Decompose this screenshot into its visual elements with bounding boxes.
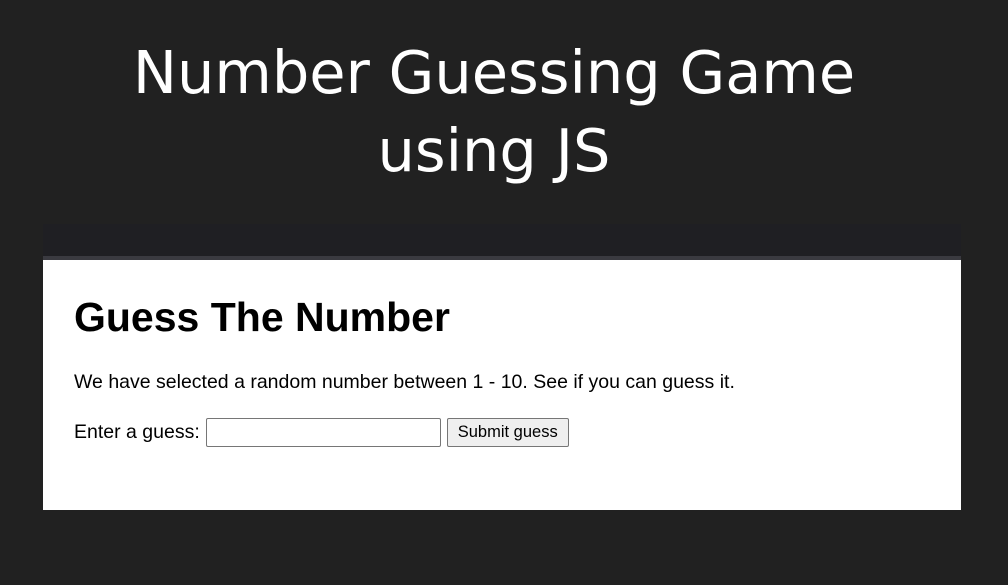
intro-text: We have selected a random number between… — [74, 371, 735, 393]
browser-page-panel: Guess The Number We have selected a rand… — [43, 224, 961, 510]
guess-input[interactable] — [205, 418, 441, 447]
guess-label: Enter a guess: — [74, 421, 200, 443]
banner-title-line1: Number Guessing Game — [132, 38, 856, 107]
page-heading: Guess The Number — [74, 294, 450, 340]
banner-title-line2: using JS — [377, 116, 611, 185]
guess-form: Enter a guess: Submit guess — [74, 418, 569, 447]
submit-guess-button[interactable]: Submit guess — [446, 418, 569, 447]
banner-title: Number Guessing Game using JS — [0, 34, 988, 190]
